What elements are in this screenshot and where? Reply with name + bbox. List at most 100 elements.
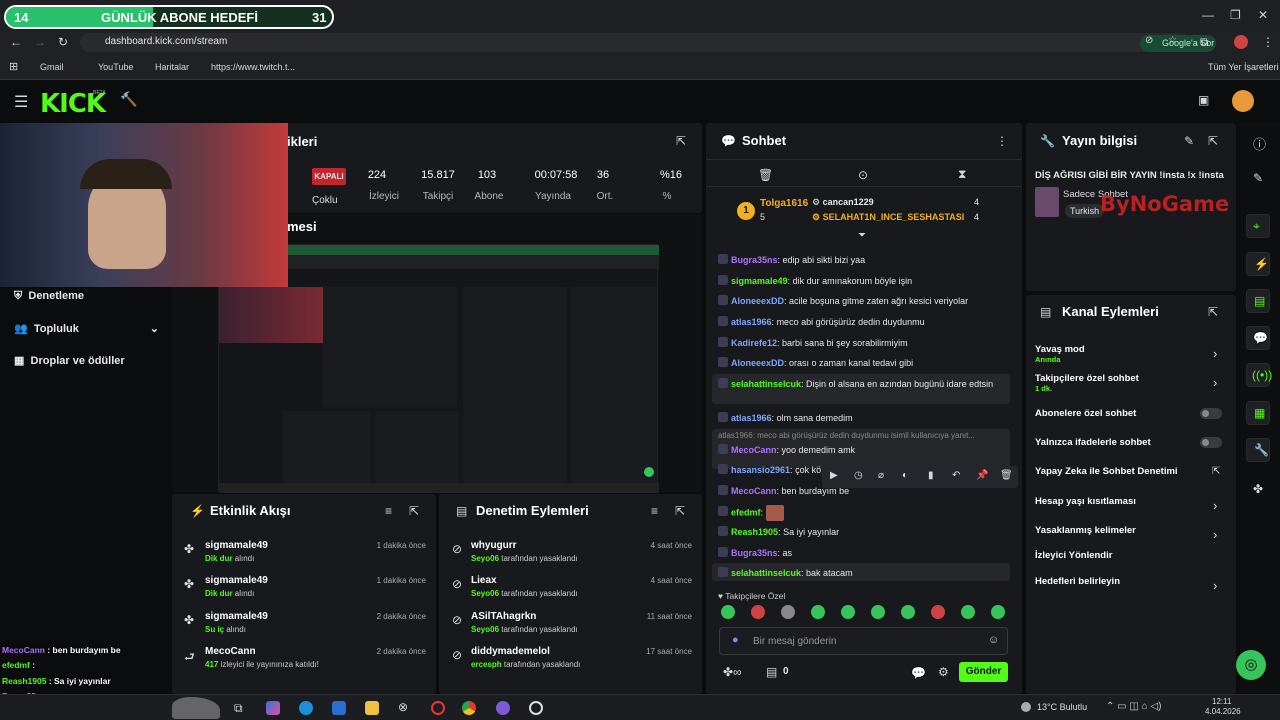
sidebar-item-drops[interactable]: ▦ Droplar ve ödüller xyxy=(14,354,125,367)
emote-button[interactable] xyxy=(931,605,945,619)
pinned-user-2[interactable]: ⚙ SELAHAT1N_INCE_SESHASTASI xyxy=(812,212,964,223)
weather-text[interactable]: 13°C Bulutlu xyxy=(1037,702,1087,712)
delete-icon[interactable]: ▮ xyxy=(928,470,934,481)
hammer-icon[interactable]: 🔨 xyxy=(120,91,137,108)
reply-icon[interactable]: ◐ xyxy=(902,470,908,481)
forward-icon[interactable]: → xyxy=(34,35,46,49)
chat-username[interactable]: atlas1966 xyxy=(731,317,772,327)
collapse-icon[interactable]: ⏷ xyxy=(858,230,866,241)
clock-icon[interactable]: ◷ xyxy=(854,470,863,481)
apps-grid-icon[interactable]: ⊞ xyxy=(9,60,18,73)
chat-username[interactable]: selahattinselcuk xyxy=(731,379,801,389)
sidebar-item-community[interactable]: 👥 Topluluk ⌄ xyxy=(14,322,159,335)
chevron-right-icon[interactable]: › xyxy=(1213,375,1217,390)
chat-username[interactable]: MecoCann xyxy=(731,445,777,455)
chat-tab-icon[interactable]: ⊙ xyxy=(858,168,868,182)
filter-icon[interactable]: ≡ xyxy=(385,504,392,518)
info-icon[interactable]: ⓘ xyxy=(1253,134,1266,153)
chat-message[interactable]: Bugra35ns: as xyxy=(718,547,1008,560)
emote-button[interactable] xyxy=(811,605,825,619)
xbox-icon[interactable]: ⊗ xyxy=(398,700,408,714)
channel-action-row[interactable]: Yasaklanmış kelimeler xyxy=(1035,525,1225,536)
chat-username[interactable]: selahattinselcuk xyxy=(731,568,801,578)
chat-username[interactable]: AloneeexDD xyxy=(731,358,784,368)
copilot-icon[interactable] xyxy=(266,701,280,715)
moderator-name[interactable]: Seyo06 xyxy=(471,554,499,563)
emote-button[interactable] xyxy=(781,605,795,619)
folder-icon[interactable] xyxy=(365,701,379,715)
chat-username[interactable]: Reash1905 xyxy=(731,527,778,537)
chat-message[interactable]: selahattinselcuk: Dişin ol alsana en azı… xyxy=(718,378,1008,391)
channel-action-row[interactable]: Hesap yaşı kısıtlaması xyxy=(1035,496,1225,507)
tray-icons[interactable]: ⌃ ▭ ◫ ⌂ ◁) xyxy=(1106,701,1161,712)
chat-message[interactable]: Bugra35ns: edip abi sikti bizi yaa xyxy=(718,254,1008,267)
chat-username[interactable]: sigmamale49 xyxy=(731,276,788,286)
chat-message[interactable]: MecoCann: yoo demedim amk xyxy=(718,444,1008,457)
emote-button[interactable] xyxy=(871,605,885,619)
language-tag[interactable]: Turkish xyxy=(1065,204,1105,218)
activity-popout-icon[interactable]: ⇱ xyxy=(409,504,419,518)
trash-icon[interactable]: 🗑 xyxy=(758,168,773,182)
emote-button[interactable] xyxy=(721,605,735,619)
channel-action-row[interactable]: Abonelere özel sohbet xyxy=(1035,408,1225,419)
chat-username[interactable]: AloneeexDD xyxy=(731,296,784,306)
app-icon[interactable] xyxy=(529,701,543,715)
undo-icon[interactable]: ↶ xyxy=(952,470,960,481)
rail-button-broadcast[interactable]: ((•)) xyxy=(1246,363,1272,387)
points-icon[interactable]: ✤∞ xyxy=(723,665,742,679)
more-icon[interactable]: ✤ xyxy=(1253,482,1263,496)
actions-popout-icon[interactable]: ⇱ xyxy=(1208,305,1218,319)
emote-button[interactable] xyxy=(751,605,765,619)
send-button[interactable]: Gönder xyxy=(959,662,1008,682)
channel-action-row[interactable]: Yalnızca ifadelerle sohbet xyxy=(1035,437,1225,448)
chat-username[interactable]: hasansio2961 xyxy=(731,465,790,475)
activity-user[interactable]: MecoCann xyxy=(205,646,256,657)
reload-icon[interactable]: ↻ xyxy=(58,35,68,49)
rail-button-bolt[interactable]: ⚡ xyxy=(1246,252,1270,276)
bookmark-gmail[interactable]: Gmail xyxy=(40,62,64,72)
back-icon[interactable]: ← xyxy=(10,35,22,49)
chat-username[interactable]: efedmf xyxy=(731,507,761,517)
all-bookmarks[interactable]: Tüm Yer İşaretleri xyxy=(1208,62,1279,72)
chat-message[interactable]: efedmf: xyxy=(718,505,1008,521)
action-toggle[interactable] xyxy=(1200,437,1222,448)
moderator-name[interactable]: Seyo06 xyxy=(471,589,499,598)
user-avatar[interactable] xyxy=(1232,90,1254,112)
channel-action-row[interactable]: Hedefleri belirleyin xyxy=(1035,576,1225,587)
star-icon[interactable]: ☆ xyxy=(1168,35,1177,46)
extensions-icon[interactable]: ⧉ xyxy=(1200,35,1209,50)
chevron-right-icon[interactable]: › xyxy=(1213,578,1217,593)
reply-preview[interactable]: atlas1966: meco abi görüşürüz dedin duyd… xyxy=(718,431,1006,440)
chat-username[interactable]: atlas1966 xyxy=(731,413,772,423)
rail-button-target[interactable]: ⌖ xyxy=(1246,214,1270,238)
action-toggle[interactable] xyxy=(1200,408,1222,419)
moderator-name[interactable]: ercesph xyxy=(471,660,502,669)
banned-user[interactable]: Lieax xyxy=(471,575,497,586)
remove-icon[interactable]: 🗑 xyxy=(1000,470,1013,481)
chat-message[interactable]: Kadirefe12: barbi sana bi şey sorabilirm… xyxy=(718,337,1008,350)
chat-message[interactable]: AloneeexDD: acile boşuna gitme zaten ağr… xyxy=(718,295,1008,308)
chrome-icon[interactable] xyxy=(462,701,476,715)
chat-username[interactable]: Bugra35ns xyxy=(731,255,778,265)
url-field[interactable]: dashboard.kick.com/stream Google'a Sor ⊘… xyxy=(80,33,1216,52)
support-button[interactable]: ◎ xyxy=(1236,650,1266,680)
pencil-icon[interactable]: ✎ xyxy=(1253,171,1263,185)
chat-menu-icon[interactable]: ⋮ xyxy=(996,134,1008,148)
hamburger-menu-icon[interactable]: ☰ xyxy=(14,92,28,112)
bookmark-youtube[interactable]: YouTube xyxy=(98,62,133,72)
bookmark-twitch[interactable]: https://www.twitch.t... xyxy=(211,62,295,72)
gift-box-icon[interactable]: ▤ xyxy=(766,665,777,679)
emote-button[interactable] xyxy=(991,605,1005,619)
chat-username[interactable]: Bugra35ns xyxy=(731,548,778,558)
settings-gear-icon[interactable]: ⚙ xyxy=(938,665,949,679)
opera-icon[interactable] xyxy=(431,701,445,715)
banned-user[interactable]: diddymademelol xyxy=(471,646,550,657)
activity-user[interactable]: sigmamale49 xyxy=(205,611,268,622)
mail-icon[interactable] xyxy=(332,701,346,715)
task-view-icon[interactable]: ⧉ xyxy=(234,701,243,716)
sidebar-item-moderation[interactable]: ⛨ Denetleme xyxy=(14,290,84,303)
edit-icon[interactable]: ✎ xyxy=(1184,134,1194,148)
restore-icon[interactable]: ❐ xyxy=(1230,8,1241,22)
activity-user[interactable]: sigmamale49 xyxy=(205,575,268,586)
chat-message[interactable]: selahattinselcuk: bak atacam xyxy=(718,567,1008,580)
